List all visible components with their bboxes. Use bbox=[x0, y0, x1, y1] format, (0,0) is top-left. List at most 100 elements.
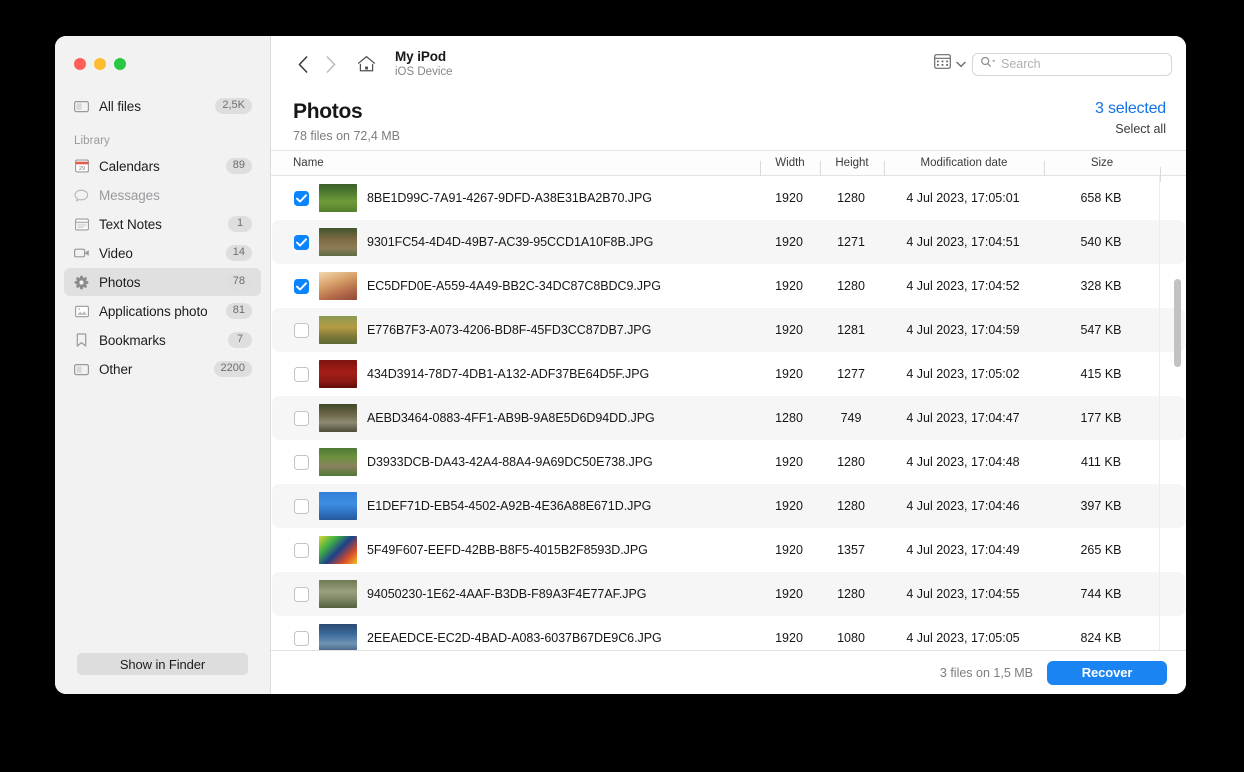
cell-height: 1271 bbox=[837, 235, 865, 249]
file-name: 8BE1D99C-7A91-4267-9DFD-A38E31BA2B70.JPG bbox=[367, 191, 652, 205]
column-header-height[interactable]: Height bbox=[820, 157, 884, 176]
file-table: Name Width Height Modification date Size… bbox=[271, 150, 1186, 650]
cell-size: 658 KB bbox=[1080, 191, 1122, 205]
cell-size: 265 KB bbox=[1080, 543, 1122, 557]
file-name: 5F49F607-EEFD-42BB-B8F5-4015B2F8593D.JPG bbox=[367, 543, 648, 557]
row-checkbox[interactable] bbox=[294, 586, 309, 602]
search-icon bbox=[980, 55, 997, 73]
table-row[interactable]: 2EEAEDCE-EC2D-4BAD-A083-6037B67DE9C6.JPG… bbox=[272, 616, 1185, 650]
cell-size: 411 KB bbox=[1080, 455, 1122, 469]
cell-height: 1281 bbox=[837, 323, 865, 337]
table-body[interactable]: 8BE1D99C-7A91-4267-9DFD-A38E31BA2B70.JPG… bbox=[271, 176, 1186, 650]
file-name: E776B7F3-A073-4206-BD8F-45FD3CC87DB7.JPG bbox=[367, 323, 652, 337]
view-mode-button[interactable] bbox=[934, 54, 966, 74]
select-all-link[interactable]: Select all bbox=[1095, 122, 1166, 136]
table-row[interactable]: 9301FC54-4D4D-49B7-AC39-95CCD1A10F8B.JPG… bbox=[272, 220, 1185, 264]
table-row[interactable]: D3933DCB-DA43-42A4-88A4-9A69DC50E738.JPG… bbox=[272, 440, 1185, 484]
table-row[interactable]: 8BE1D99C-7A91-4267-9DFD-A38E31BA2B70.JPG… bbox=[272, 176, 1185, 220]
table-row[interactable]: 434D3914-78D7-4DB1-A132-ADF37BE64D5F.JPG… bbox=[272, 352, 1185, 396]
sidebar-item-bookmarks[interactable]: Bookmarks 7 bbox=[64, 326, 261, 354]
row-thumbnail bbox=[319, 492, 357, 520]
cell-size: 415 KB bbox=[1080, 367, 1122, 381]
scrollbar-thumb[interactable] bbox=[1174, 279, 1181, 367]
cell-date: 4 Jul 2023, 17:04:51 bbox=[906, 235, 1020, 249]
column-header-width[interactable]: Width bbox=[760, 157, 820, 176]
sidebar-item-badge: 2,5K bbox=[215, 97, 252, 115]
row-checkbox[interactable] bbox=[294, 322, 309, 338]
cell-date: 4 Jul 2023, 17:04:52 bbox=[906, 279, 1020, 293]
table-header-row: Name Width Height Modification date Size bbox=[271, 150, 1186, 182]
sidebar-item-photos[interactable]: Photos 78 bbox=[64, 268, 261, 296]
cell-height: 1280 bbox=[837, 587, 865, 601]
video-icon bbox=[73, 245, 90, 261]
table-row[interactable]: E1DEF71D-EB54-4502-A92B-4E36A88E671D.JPG… bbox=[272, 484, 1185, 528]
sidebar-item-text-notes[interactable]: Text Notes 1 bbox=[64, 210, 261, 238]
row-checkbox[interactable] bbox=[294, 542, 309, 558]
cell-height: 1357 bbox=[837, 543, 865, 557]
cell-name: E776B7F3-A073-4206-BD8F-45FD3CC87DB7.JPG bbox=[294, 316, 759, 344]
cell-name: AEBD3464-0883-4FF1-AB9B-9A8E5D6D94DD.JPG bbox=[294, 404, 759, 432]
table-row[interactable]: EC5DFD0E-A559-4A49-BB2C-34DC87C8BDC9.JPG… bbox=[272, 264, 1185, 308]
minimize-button[interactable] bbox=[94, 58, 106, 70]
close-button[interactable] bbox=[74, 58, 86, 70]
sidebar-item-label: Calendars bbox=[99, 158, 160, 174]
cell-date: 4 Jul 2023, 17:05:01 bbox=[906, 191, 1020, 205]
cell-date: 4 Jul 2023, 17:04:59 bbox=[906, 323, 1020, 337]
zoom-button[interactable] bbox=[114, 58, 126, 70]
cell-size: 540 KB bbox=[1080, 235, 1122, 249]
cell-name: 94050230-1E62-4AAF-B3DB-F89A3F4E77AF.JPG bbox=[294, 580, 759, 608]
sidebar-item-calendars[interactable]: 29 Calendars 89 bbox=[64, 152, 261, 180]
sidebar-item-video[interactable]: Video 14 bbox=[64, 239, 261, 267]
cell-name: EC5DFD0E-A559-4A49-BB2C-34DC87C8BDC9.JPG bbox=[294, 272, 759, 300]
sidebar-item-other[interactable]: Other 2200 bbox=[64, 355, 261, 383]
search-input[interactable]: Search bbox=[972, 52, 1172, 76]
sidebar-item-badge: 1 bbox=[228, 215, 252, 233]
page-subtitle: 78 files on 72,4 MB bbox=[293, 129, 401, 144]
table-row[interactable]: AEBD3464-0883-4FF1-AB9B-9A8E5D6D94DD.JPG… bbox=[272, 396, 1185, 440]
back-button[interactable] bbox=[289, 50, 317, 78]
row-thumbnail bbox=[319, 272, 357, 300]
column-header-size[interactable]: Size bbox=[1044, 157, 1160, 176]
folder-icon bbox=[73, 361, 90, 377]
table-row[interactable]: 94050230-1E62-4AAF-B3DB-F89A3F4E77AF.JPG… bbox=[272, 572, 1185, 616]
table-row[interactable]: 5F49F607-EEFD-42BB-B8F5-4015B2F8593D.JPG… bbox=[272, 528, 1185, 572]
row-checkbox[interactable] bbox=[294, 630, 309, 646]
show-in-finder-button[interactable]: Show in Finder bbox=[77, 653, 248, 675]
row-checkbox-checked[interactable] bbox=[294, 234, 309, 250]
home-icon[interactable] bbox=[351, 50, 381, 78]
message-icon bbox=[73, 187, 90, 203]
sidebar-item-all-files[interactable]: All files 2,5K bbox=[64, 92, 261, 120]
column-header-date[interactable]: Modification date bbox=[884, 157, 1044, 176]
search-placeholder: Search bbox=[1001, 57, 1041, 71]
row-checkbox-checked[interactable] bbox=[294, 278, 309, 294]
row-checkbox[interactable] bbox=[294, 366, 309, 382]
page-header-left: Photos 78 files on 72,4 MB bbox=[293, 100, 400, 144]
sidebar: All files 2,5K Library 29 Calendars 89 M… bbox=[55, 36, 271, 694]
column-header-name[interactable]: Name bbox=[293, 157, 760, 169]
cell-name: 8BE1D99C-7A91-4267-9DFD-A38E31BA2B70.JPG bbox=[294, 184, 759, 212]
cell-date: 4 Jul 2023, 17:04:47 bbox=[906, 411, 1020, 425]
notes-icon bbox=[73, 216, 90, 232]
row-checkbox[interactable] bbox=[294, 498, 309, 514]
footer-info: 3 files on 1,5 MB bbox=[939, 665, 1033, 680]
sidebar-item-label: Photos bbox=[99, 274, 141, 290]
cell-name: D3933DCB-DA43-42A4-88A4-9A69DC50E738.JPG bbox=[294, 448, 759, 476]
cell-date: 4 Jul 2023, 17:05:05 bbox=[906, 631, 1020, 645]
cell-name: 5F49F607-EEFD-42BB-B8F5-4015B2F8593D.JPG bbox=[294, 536, 759, 564]
folder-icon bbox=[73, 98, 90, 114]
forward-button[interactable] bbox=[317, 50, 345, 78]
row-thumbnail bbox=[319, 360, 357, 388]
recover-button[interactable]: Recover bbox=[1047, 660, 1167, 685]
show-in-finder-wrap: Show in Finder bbox=[55, 653, 270, 694]
file-name: 434D3914-78D7-4DB1-A132-ADF37BE64D5F.JPG bbox=[367, 367, 650, 381]
cell-date: 4 Jul 2023, 17:04:46 bbox=[906, 499, 1020, 513]
row-checkbox[interactable] bbox=[294, 410, 309, 426]
sidebar-item-applications-photo[interactable]: Applications photo 81 bbox=[64, 297, 261, 325]
cell-height: 1280 bbox=[837, 191, 865, 205]
vertical-scrollbar[interactable] bbox=[1174, 176, 1181, 650]
sidebar-item-messages[interactable]: Messages bbox=[64, 181, 261, 209]
table-row[interactable]: E776B7F3-A073-4206-BD8F-45FD3CC87DB7.JPG… bbox=[272, 308, 1185, 352]
row-checkbox-checked[interactable] bbox=[294, 190, 309, 206]
cell-height: 1280 bbox=[837, 455, 865, 469]
row-checkbox[interactable] bbox=[294, 454, 309, 470]
